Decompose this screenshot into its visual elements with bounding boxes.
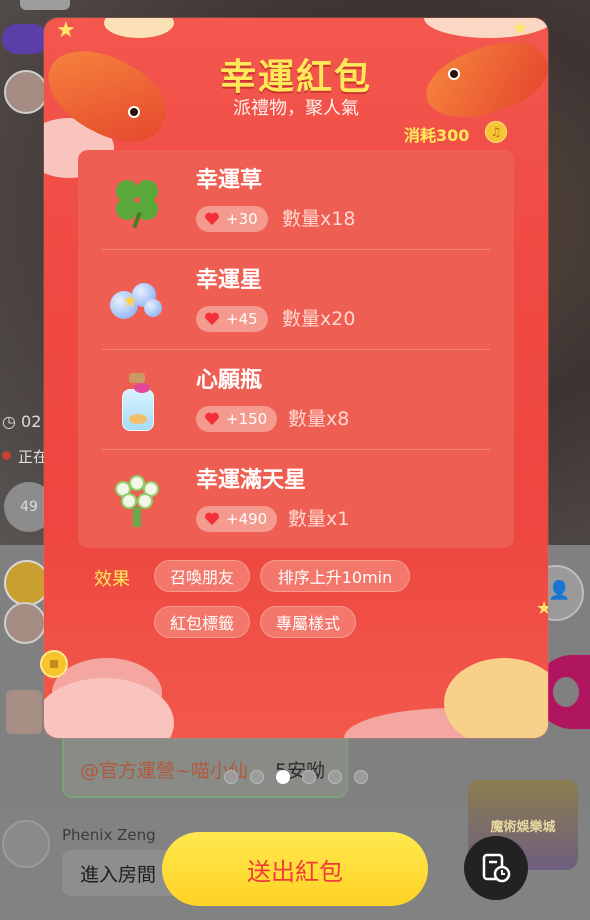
card-title: 幸運紅包 (219, 57, 372, 98)
cloud-decoration (104, 18, 174, 38)
cost-label: 消耗300 (404, 126, 470, 145)
heart-icon (205, 512, 219, 525)
pager-dot[interactable] (250, 770, 264, 784)
effect-tag-rank-boost: 排序上升10min (260, 560, 410, 592)
sparkle-star-icon: ★ (536, 598, 548, 619)
heart-value: +45 (226, 310, 258, 328)
clock-icon: ◷ 02 (2, 412, 42, 431)
effect-tag-summon-friends: 召喚朋友 (154, 560, 250, 592)
pager-dot[interactable] (328, 770, 342, 784)
heart-icon (205, 312, 219, 325)
gift-row: 心願瓶 +150 數量x8 (78, 350, 514, 450)
pager-dot[interactable] (302, 770, 316, 784)
effects-label: 效果 (94, 569, 130, 590)
chat-mention: @官方運營~喵小仙 (80, 760, 248, 782)
heart-value-pill: +30 (196, 206, 268, 232)
history-button[interactable] (464, 836, 528, 900)
send-red-packet-button[interactable]: 送出紅包 (162, 832, 428, 906)
gift-name: 幸運草 (196, 168, 263, 193)
guest-avatar (4, 602, 46, 644)
heart-value-pill: +490 (196, 506, 278, 532)
top-left-tag (2, 24, 48, 54)
history-icon (482, 853, 511, 883)
heart-icon (205, 412, 219, 425)
entering-user-name: Phenix Zeng (62, 826, 156, 844)
clover-icon (108, 172, 166, 230)
coin-icon: ♫ (485, 121, 507, 143)
wish-bottle-icon (108, 372, 166, 431)
heart-value: +490 (226, 510, 268, 528)
lucky-red-packet-card: ★ ★ ★ 幸運紅包 派禮物，聚人氣 消耗300 ♫ 幸運草 +30 數量x18 (44, 18, 548, 738)
pager-dot[interactable] (224, 770, 238, 784)
gift-name: 幸運星 (196, 268, 263, 293)
bouquet-icon (108, 472, 166, 530)
pager-dot-active[interactable] (276, 770, 290, 784)
chat-avatar (6, 690, 42, 734)
gift-name: 幸運滿天星 (196, 468, 307, 493)
gift-quantity: 數量x8 (288, 408, 350, 430)
gift-quantity: 數量x20 (282, 308, 356, 330)
heart-value-pill: +150 (196, 406, 278, 432)
host-avatar (4, 70, 48, 114)
sparkle-star-icon: ★ (56, 18, 76, 43)
gold-coin-icon (40, 650, 68, 678)
user-icon: 👤 (548, 580, 571, 601)
gift-row: 幸運滿天星 +490 數量x1 (78, 450, 514, 550)
gift-quantity: 數量x1 (288, 508, 350, 530)
heart-value: +30 (226, 210, 258, 228)
gift-name: 心願瓶 (196, 368, 263, 393)
top-scrap (20, 0, 70, 10)
gold-glow-decoration (444, 658, 548, 738)
heart-icon (205, 212, 219, 225)
effect-tag-packet-label: 紅包標籤 (154, 606, 250, 638)
entering-user-avatar (2, 820, 50, 868)
pager-dot[interactable] (354, 770, 368, 784)
gift-row: 幸運草 +30 數量x18 (78, 150, 514, 250)
lucky-star-orb-icon: ★ (108, 272, 166, 330)
gift-quantity: 數量x18 (282, 208, 356, 230)
gift-list: 幸運草 +30 數量x18 ★ 幸運星 +45 數量x20 心願瓶 +150 數… (78, 150, 514, 548)
heart-value: +150 (226, 410, 268, 428)
heart-value-pill: +45 (196, 306, 268, 332)
gift-row: ★ 幸運星 +45 數量x20 (78, 250, 514, 350)
red-dot-indicator (2, 451, 11, 460)
sparkle-star-icon: ★ (512, 18, 529, 39)
card-subtitle: 派禮物，聚人氣 (233, 98, 359, 119)
effect-tag-exclusive-style: 專屬樣式 (260, 606, 356, 638)
